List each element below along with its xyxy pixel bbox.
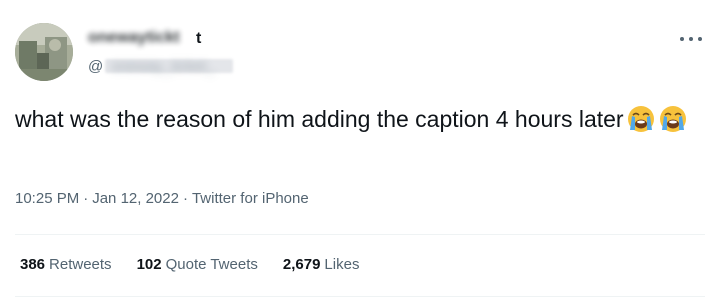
likes-stat[interactable]: 2,679 Likes — [283, 256, 360, 273]
quote-tweets-label: Quote Tweets — [165, 256, 258, 273]
tweet-time-link[interactable]: 10:25 PM — [15, 190, 79, 207]
meta-separator: · — [182, 190, 188, 207]
more-dot — [689, 37, 693, 41]
tweet-text-body: what was the reason of him adding the ca… — [15, 106, 624, 132]
tweet-text: what was the reason of him adding the ca… — [15, 103, 705, 135]
more-options-icon[interactable] — [680, 32, 702, 46]
loudly-crying-face-icon — [658, 104, 688, 134]
handle-redacted-text: oneway_ticket_ — [111, 58, 215, 75]
likes-label: Likes — [324, 256, 360, 273]
display-name-tail: t — [196, 30, 202, 47]
more-dot — [680, 37, 684, 41]
quote-tweets-count: 102 — [136, 256, 162, 273]
divider — [15, 234, 705, 235]
avatar[interactable] — [15, 23, 73, 81]
quote-tweets-stat[interactable]: 102 Quote Tweets — [137, 256, 258, 273]
handle[interactable]: @ oneway_ticket_ — [88, 56, 234, 76]
meta-separator: · — [83, 190, 89, 207]
tweet-date-link[interactable]: Jan 12, 2022 — [92, 190, 179, 207]
loudly-crying-face-icon — [626, 104, 656, 134]
tweet-stats: 386 Retweets 102 Quote Tweets 2,679 Likes — [20, 256, 384, 273]
handle-at-sign: @ — [88, 57, 104, 75]
retweets-stat[interactable]: 386 Retweets — [20, 256, 112, 273]
more-dot — [698, 37, 702, 41]
likes-count: 2,679 — [282, 256, 321, 273]
tweet-meta: 10:25 PM · Jan 12, 2022 · Twitter for iPhone — [15, 190, 309, 207]
display-name[interactable]: onewaytickt t — [88, 29, 208, 49]
retweets-label: Retweets — [49, 256, 112, 273]
retweets-count: 386 — [20, 256, 46, 273]
divider — [15, 296, 705, 297]
avatar-image — [15, 23, 73, 81]
display-name-redacted: onewaytickt — [88, 29, 180, 46]
tweet-card: onewaytickt t @ oneway_ticket_ what was … — [0, 0, 720, 305]
handle-redacted-block: oneway_ticket_ — [105, 58, 234, 75]
tweet-source-link[interactable]: Twitter for iPhone — [192, 190, 309, 207]
